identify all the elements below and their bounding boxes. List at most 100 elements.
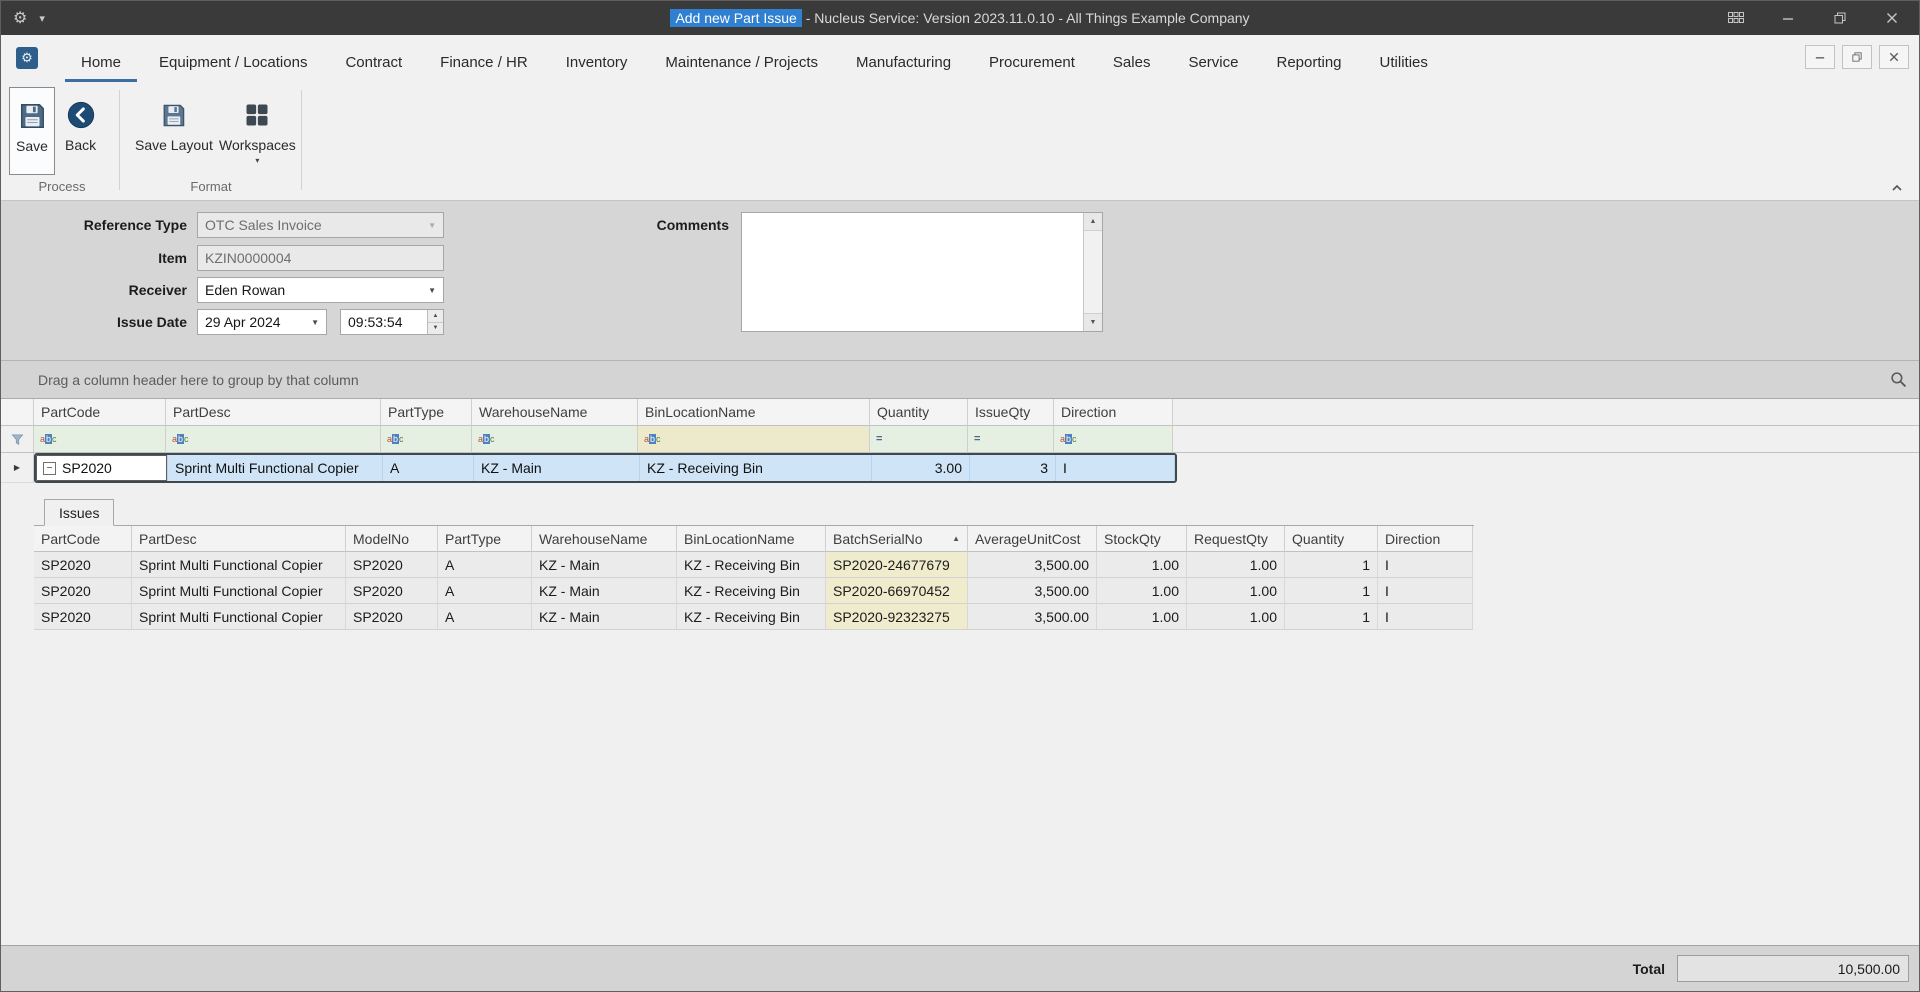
column-header-partcode[interactable]: PartCode xyxy=(34,399,166,426)
detail-column-header-parttype[interactable]: PartType xyxy=(438,526,532,552)
tab-utilities[interactable]: Utilities xyxy=(1364,46,1444,82)
issue-date-picker[interactable]: 29 Apr 2024 ▼ xyxy=(197,309,327,335)
detail-column-header-requestqty[interactable]: RequestQty xyxy=(1187,526,1285,552)
column-header-issueqty[interactable]: IssueQty xyxy=(968,399,1054,426)
detail-cell-warehousename[interactable]: KZ - Main xyxy=(532,604,677,630)
tab-finance-hr[interactable]: Finance / HR xyxy=(424,46,544,82)
column-header-partdesc[interactable]: PartDesc xyxy=(166,399,381,426)
detail-cell-partdesc[interactable]: Sprint Multi Functional Copier xyxy=(132,552,346,578)
collapse-ribbon-button[interactable] xyxy=(1887,180,1907,196)
cell-partdesc[interactable]: Sprint Multi Functional Copier xyxy=(168,455,383,481)
detail-row[interactable]: SP2020 Sprint Multi Functional Copier SP… xyxy=(34,552,1474,578)
save-layout-button[interactable]: Save Layout xyxy=(129,87,219,175)
workspaces-button[interactable]: Workspaces ▾ xyxy=(213,87,302,175)
ribbon-close-button[interactable] xyxy=(1879,45,1909,69)
selected-row[interactable]: − SP2020 Sprint Multi Functional Copier … xyxy=(34,453,1177,483)
spin-down-icon[interactable]: ▼ xyxy=(428,322,443,334)
detail-row[interactable]: SP2020 Sprint Multi Functional Copier SP… xyxy=(34,604,1474,630)
detail-cell-stockqty[interactable]: 1.00 xyxy=(1097,578,1187,604)
detail-cell-quantity[interactable]: 1 xyxy=(1285,552,1378,578)
detail-cell-averageunitcost[interactable]: 3,500.00 xyxy=(968,552,1097,578)
cell-direction[interactable]: I xyxy=(1056,455,1175,481)
filter-cell-warehousename[interactable]: abc xyxy=(472,426,638,453)
detail-column-header-partcode[interactable]: PartCode xyxy=(34,526,132,552)
detail-column-header-averageunitcost[interactable]: AverageUnitCost xyxy=(968,526,1097,552)
cell-parttype[interactable]: A xyxy=(383,455,474,481)
detail-cell-modelno[interactable]: SP2020 xyxy=(346,578,438,604)
tab-inventory[interactable]: Inventory xyxy=(550,46,644,82)
cell-quantity[interactable]: 3.00 xyxy=(872,455,970,481)
detail-cell-partcode[interactable]: SP2020 xyxy=(34,552,132,578)
save-button[interactable]: Save xyxy=(9,87,55,175)
scroll-up-icon[interactable]: ▲ xyxy=(1084,213,1102,231)
tab-contract[interactable]: Contract xyxy=(329,46,418,82)
master-grid-row[interactable]: ▶ − SP2020 Sprint Multi Functional Copie… xyxy=(1,453,1919,483)
tab-sales[interactable]: Sales xyxy=(1097,46,1167,82)
scroll-down-icon[interactable]: ▼ xyxy=(1084,313,1102,331)
detail-column-header-warehousename[interactable]: WarehouseName xyxy=(532,526,677,552)
detail-column-header-partdesc[interactable]: PartDesc xyxy=(132,526,346,552)
detail-cell-requestqty[interactable]: 1.00 xyxy=(1187,552,1285,578)
detail-cell-direction[interactable]: I xyxy=(1378,578,1473,604)
detail-cell-warehousename[interactable]: KZ - Main xyxy=(532,578,677,604)
tab-issues[interactable]: Issues xyxy=(44,499,115,526)
detail-column-header-modelno[interactable]: ModelNo xyxy=(346,526,438,552)
cell-warehousename[interactable]: KZ - Main xyxy=(474,455,640,481)
detail-cell-quantity[interactable]: 1 xyxy=(1285,604,1378,630)
detail-cell-quantity[interactable]: 1 xyxy=(1285,578,1378,604)
detail-cell-averageunitcost[interactable]: 3,500.00 xyxy=(968,578,1097,604)
detail-cell-requestqty[interactable]: 1.00 xyxy=(1187,604,1285,630)
tab-maintenance-projects[interactable]: Maintenance / Projects xyxy=(649,46,834,82)
column-header-quantity[interactable]: Quantity xyxy=(870,399,968,426)
tab-home[interactable]: Home xyxy=(65,46,138,82)
tab-manufacturing[interactable]: Manufacturing xyxy=(840,46,967,82)
item-field[interactable]: KZIN0000004 xyxy=(197,245,444,271)
detail-cell-modelno[interactable]: SP2020 xyxy=(346,604,438,630)
detail-cell-partcode[interactable]: SP2020 xyxy=(34,604,132,630)
titlebar-minimize-button[interactable] xyxy=(1777,7,1799,29)
ribbon-minimize-button[interactable] xyxy=(1805,45,1835,69)
column-header-parttype[interactable]: PartType xyxy=(381,399,472,426)
titlebar-close-button[interactable] xyxy=(1881,7,1903,29)
detail-column-header-batchserialno[interactable]: BatchSerialNo ▲ xyxy=(826,526,968,552)
tab-procurement[interactable]: Procurement xyxy=(973,46,1091,82)
detail-cell-requestqty[interactable]: 1.00 xyxy=(1187,578,1285,604)
cell-binlocationname[interactable]: KZ - Receiving Bin xyxy=(640,455,872,481)
detail-cell-stockqty[interactable]: 1.00 xyxy=(1097,552,1187,578)
filter-cell-quantity[interactable]: = xyxy=(870,426,968,453)
detail-row[interactable]: SP2020 Sprint Multi Functional Copier SP… xyxy=(34,578,1474,604)
column-header-direction[interactable]: Direction xyxy=(1054,399,1173,426)
detail-cell-direction[interactable]: I xyxy=(1378,552,1473,578)
detail-cell-batchserialno[interactable]: SP2020-24677679 xyxy=(826,552,968,578)
column-header-warehousename[interactable]: WarehouseName xyxy=(472,399,638,426)
ribbon-restore-button[interactable] xyxy=(1842,45,1872,69)
detail-cell-parttype[interactable]: A xyxy=(438,552,532,578)
tab-reporting[interactable]: Reporting xyxy=(1260,46,1357,82)
back-button[interactable]: Back xyxy=(59,87,102,175)
tab-equipment-locations[interactable]: Equipment / Locations xyxy=(143,46,323,82)
detail-cell-parttype[interactable]: A xyxy=(438,604,532,630)
cell-issueqty[interactable]: 3 xyxy=(970,455,1056,481)
detail-cell-partdesc[interactable]: Sprint Multi Functional Copier xyxy=(132,604,346,630)
detail-cell-binlocationname[interactable]: KZ - Receiving Bin xyxy=(677,578,826,604)
search-icon[interactable] xyxy=(1890,371,1907,388)
receiver-dropdown[interactable]: Eden Rowan ▼ xyxy=(197,277,444,303)
detail-column-header-direction[interactable]: Direction xyxy=(1378,526,1473,552)
detail-cell-averageunitcost[interactable]: 3,500.00 xyxy=(968,604,1097,630)
filter-cell-partdesc[interactable]: abc xyxy=(166,426,381,453)
filter-cell-binlocationname[interactable]: abc xyxy=(638,426,870,453)
collapse-detail-icon[interactable]: − xyxy=(43,461,56,475)
detail-cell-partdesc[interactable]: Sprint Multi Functional Copier xyxy=(132,578,346,604)
detail-cell-binlocationname[interactable]: KZ - Receiving Bin xyxy=(677,552,826,578)
column-header-binlocationname[interactable]: BinLocationName xyxy=(638,399,870,426)
detail-cell-batchserialno[interactable]: SP2020-66970452 xyxy=(826,578,968,604)
detail-column-header-quantity[interactable]: Quantity xyxy=(1285,526,1378,552)
filter-cell-parttype[interactable]: abc xyxy=(381,426,472,453)
detail-cell-binlocationname[interactable]: KZ - Receiving Bin xyxy=(677,604,826,630)
issue-time-field[interactable]: 09:53:54 ▲ ▼ xyxy=(340,309,444,335)
app-logo-icon[interactable]: ⚙ xyxy=(16,47,38,69)
detail-cell-partcode[interactable]: SP2020 xyxy=(34,578,132,604)
detail-cell-parttype[interactable]: A xyxy=(438,578,532,604)
cell-partcode[interactable]: − SP2020 xyxy=(36,455,168,481)
comments-scrollbar[interactable]: ▲ ▼ xyxy=(1083,213,1102,331)
